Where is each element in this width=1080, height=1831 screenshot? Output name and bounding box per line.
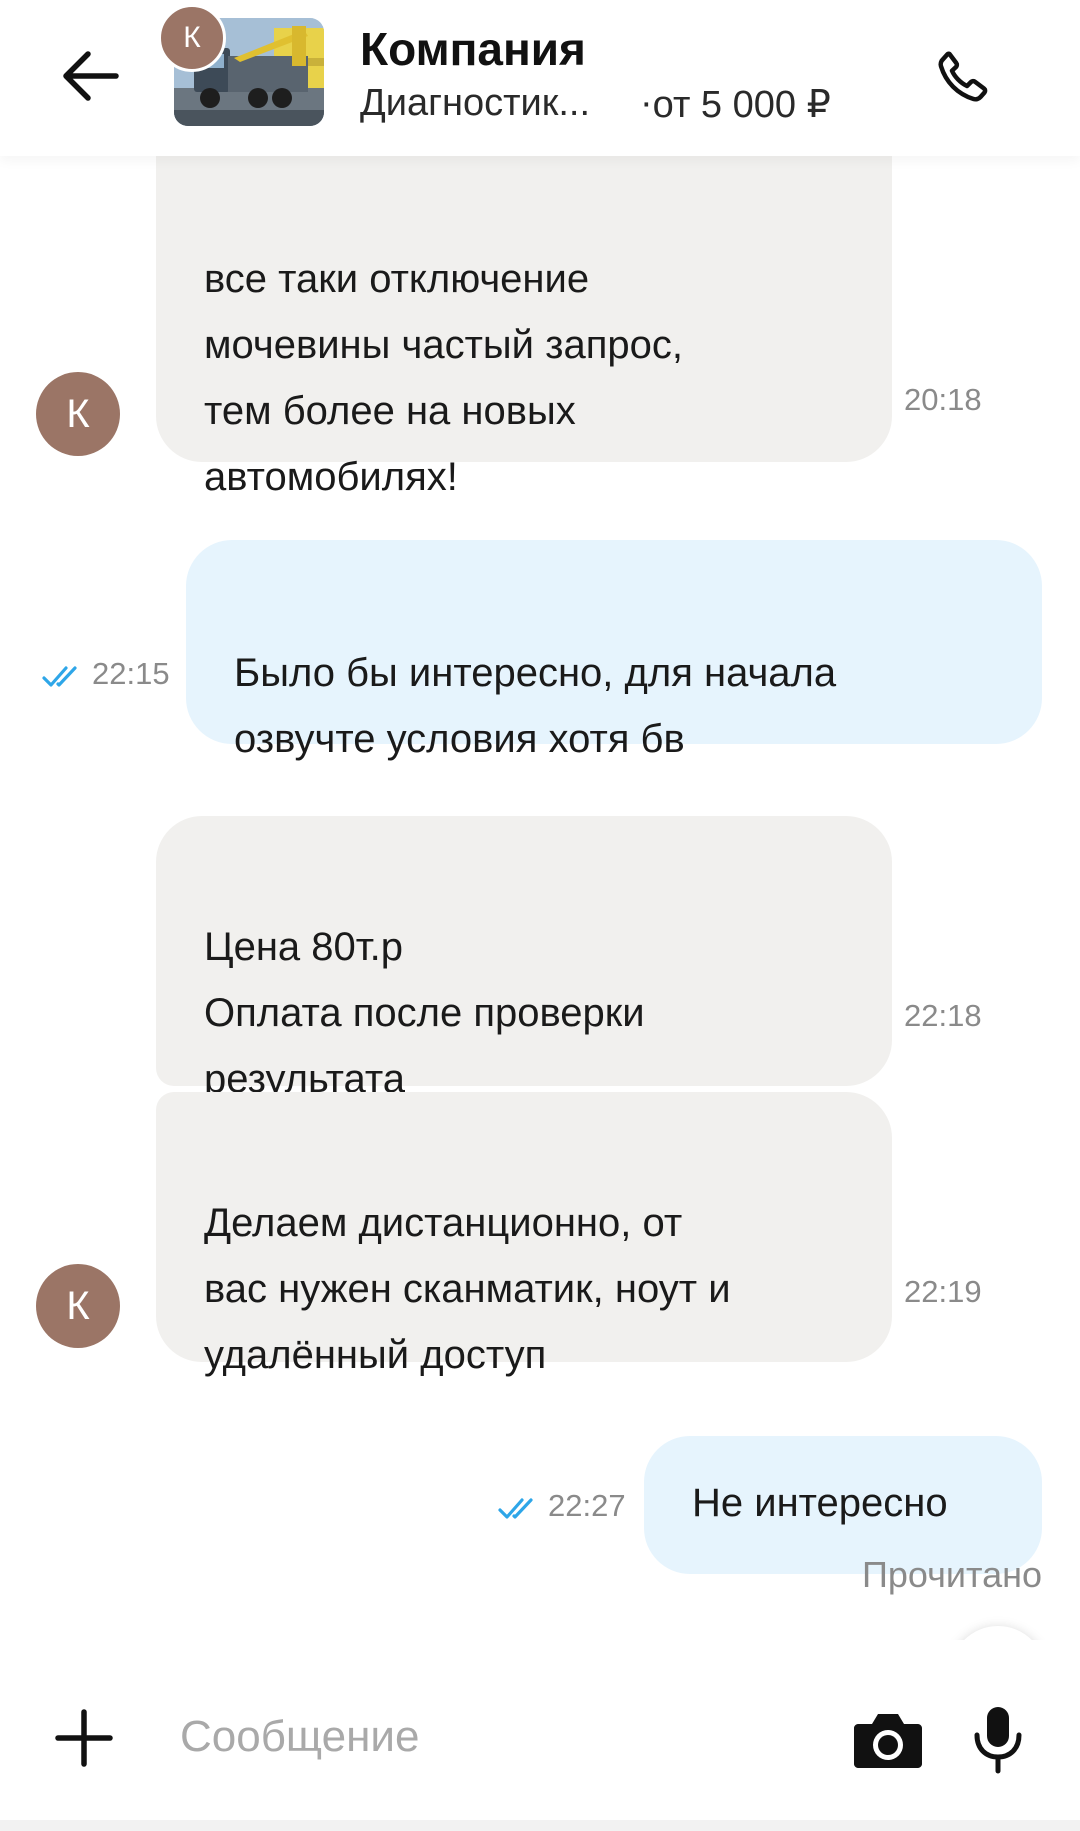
message-text: все таки отключение мочевины частый запр… (204, 257, 683, 499)
voice-message-button[interactable] (956, 1694, 1040, 1786)
arrow-left-icon (63, 51, 119, 101)
listing-summary[interactable]: Диагностик... · от 5 000 ₽ (360, 82, 831, 127)
incoming-message[interactable]: все таки отключение мочевины частый запр… (156, 156, 892, 499)
separator-dot: · (640, 82, 653, 124)
message-time: 22:19 (904, 1274, 982, 1309)
read-status: Прочитано (862, 1554, 1042, 1595)
incoming-message[interactable]: Цена 80т.р Оплата после проверки результ… (156, 816, 892, 1101)
message-time: 22:18 (904, 998, 982, 1033)
message-text: Было бы интересно, для начала озвучте ус… (234, 651, 837, 761)
message-composer (0, 1640, 1080, 1820)
microphone-icon (974, 1707, 1022, 1774)
camera-icon (854, 1714, 922, 1768)
sender-avatar[interactable]: К (36, 372, 120, 456)
read-checkmarks-icon (498, 1496, 544, 1522)
sender-avatar[interactable]: К (36, 1264, 120, 1348)
message-text: Не интересно (692, 1481, 948, 1525)
bottom-bar (0, 1820, 1080, 1831)
message-text: Цена 80т.р Оплата после проверки результ… (204, 925, 645, 1101)
chat-header: К Компания Диагностик... · от 5 000 ₽ (0, 0, 1080, 156)
listing-price: от 5 000 ₽ (652, 84, 831, 126)
read-checkmarks-icon (42, 664, 88, 690)
camera-button[interactable] (846, 1698, 930, 1782)
message-list[interactable]: все таки отключение мочевины частый запр… (0, 156, 1080, 1640)
seller-name[interactable]: Компания (360, 22, 586, 76)
message-time: 22:15 (92, 656, 170, 691)
attach-button[interactable] (48, 1702, 120, 1774)
message-time: 20:18 (904, 382, 982, 417)
call-button[interactable] (920, 34, 1006, 120)
message-input[interactable] (180, 1692, 820, 1782)
seller-avatar-badge: К (158, 4, 226, 72)
incoming-message[interactable]: Делаем дистанционно, от вас нужен сканма… (156, 1092, 892, 1377)
plus-icon (55, 1709, 113, 1767)
outgoing-message[interactable]: Было бы интересно, для начала озвучте ус… (186, 540, 1042, 761)
message-text: Делаем дистанционно, от вас нужен сканма… (204, 1201, 731, 1377)
back-button[interactable] (52, 38, 128, 114)
message-time: 22:27 (548, 1488, 626, 1523)
listing-title: Диагностик... (360, 82, 591, 124)
scroll-to-bottom-button[interactable] (950, 1626, 1046, 1640)
phone-icon (938, 51, 988, 102)
